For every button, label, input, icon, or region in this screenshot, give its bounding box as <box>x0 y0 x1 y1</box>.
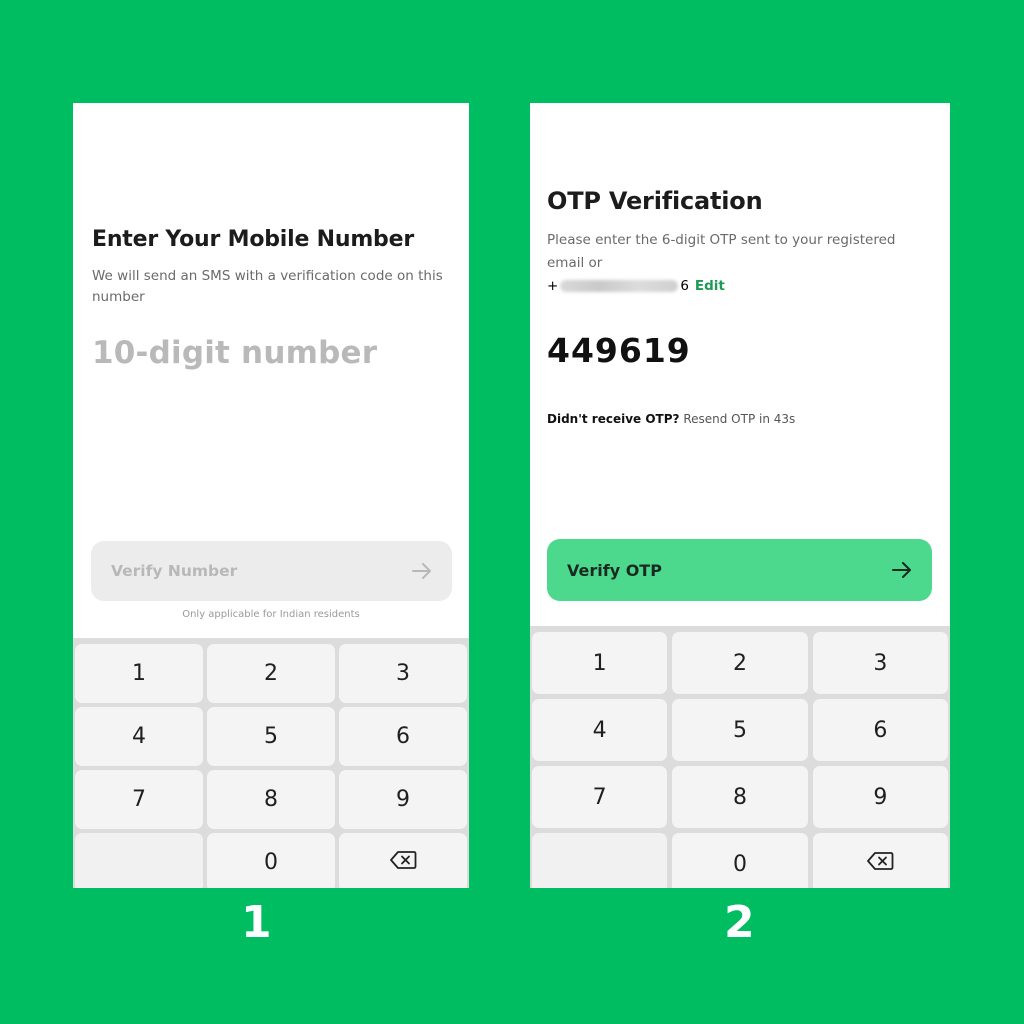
residency-note: Only applicable for Indian residents <box>182 609 360 620</box>
key-blank <box>75 833 203 888</box>
step-label-1: 1 <box>241 897 272 948</box>
key-6[interactable]: 6 <box>339 707 467 766</box>
verify-otp-button[interactable]: Verify OTP <box>547 539 932 601</box>
key-3[interactable]: 3 <box>339 644 467 703</box>
resend-question: Didn't receive OTP? <box>547 412 680 426</box>
key-7[interactable]: 7 <box>75 770 203 829</box>
key-7[interactable]: 7 <box>532 766 668 828</box>
key-5[interactable]: 5 <box>672 699 808 761</box>
key-1[interactable]: 1 <box>532 632 668 694</box>
masked-phone-line: + 6 Edit <box>547 278 725 294</box>
backspace-icon <box>389 850 417 876</box>
key-8[interactable]: 8 <box>672 766 808 828</box>
key-3[interactable]: 3 <box>812 632 948 694</box>
backspace-key[interactable] <box>812 833 948 888</box>
numeric-keypad: 1 2 3 4 5 6 7 8 9 0 <box>73 638 469 888</box>
key-9[interactable]: 9 <box>812 766 948 828</box>
phone-prefix: + <box>547 278 559 294</box>
key-9[interactable]: 9 <box>339 770 467 829</box>
mobile-number-screen: Enter Your Mobile Number We will send an… <box>73 103 469 888</box>
page-subtitle: Please enter the 6-digit OTP sent to you… <box>547 232 896 271</box>
verify-otp-button-label: Verify OTP <box>567 560 662 580</box>
masked-phone-number <box>560 280 679 292</box>
resend-otp-line: Didn't receive OTP? Resend OTP in 43s <box>547 412 795 426</box>
key-2[interactable]: 2 <box>672 632 808 694</box>
key-0[interactable]: 0 <box>207 833 335 888</box>
phone-suffix: 6 <box>680 278 689 294</box>
verify-number-button-label: Verify Number <box>111 562 238 580</box>
resend-countdown[interactable]: Resend OTP in 43s <box>683 412 795 426</box>
key-4[interactable]: 4 <box>532 699 668 761</box>
phone-number-input[interactable]: 10-digit number <box>92 335 377 371</box>
key-4[interactable]: 4 <box>75 707 203 766</box>
key-1[interactable]: 1 <box>75 644 203 703</box>
otp-input[interactable]: 449619 <box>547 331 691 370</box>
key-8[interactable]: 8 <box>207 770 335 829</box>
arrow-right-icon <box>412 563 432 579</box>
key-2[interactable]: 2 <box>207 644 335 703</box>
page-subtitle: We will send an SMS with a verification … <box>92 268 443 305</box>
step-label-2: 2 <box>724 897 755 948</box>
otp-verification-screen: OTP Verification Please enter the 6-digi… <box>530 103 950 888</box>
verify-number-button[interactable]: Verify Number <box>91 541 452 601</box>
key-5[interactable]: 5 <box>207 707 335 766</box>
key-0[interactable]: 0 <box>672 833 808 888</box>
page-title: OTP Verification <box>547 187 763 215</box>
edit-link[interactable]: Edit <box>695 278 725 294</box>
backspace-icon <box>866 851 894 877</box>
numeric-keypad: 1 2 3 4 5 6 7 8 9 0 <box>530 626 950 888</box>
backspace-key[interactable] <box>339 833 467 888</box>
key-6[interactable]: 6 <box>812 699 948 761</box>
key-blank <box>532 833 668 888</box>
arrow-right-icon <box>892 562 912 578</box>
page-title: Enter Your Mobile Number <box>92 227 414 252</box>
